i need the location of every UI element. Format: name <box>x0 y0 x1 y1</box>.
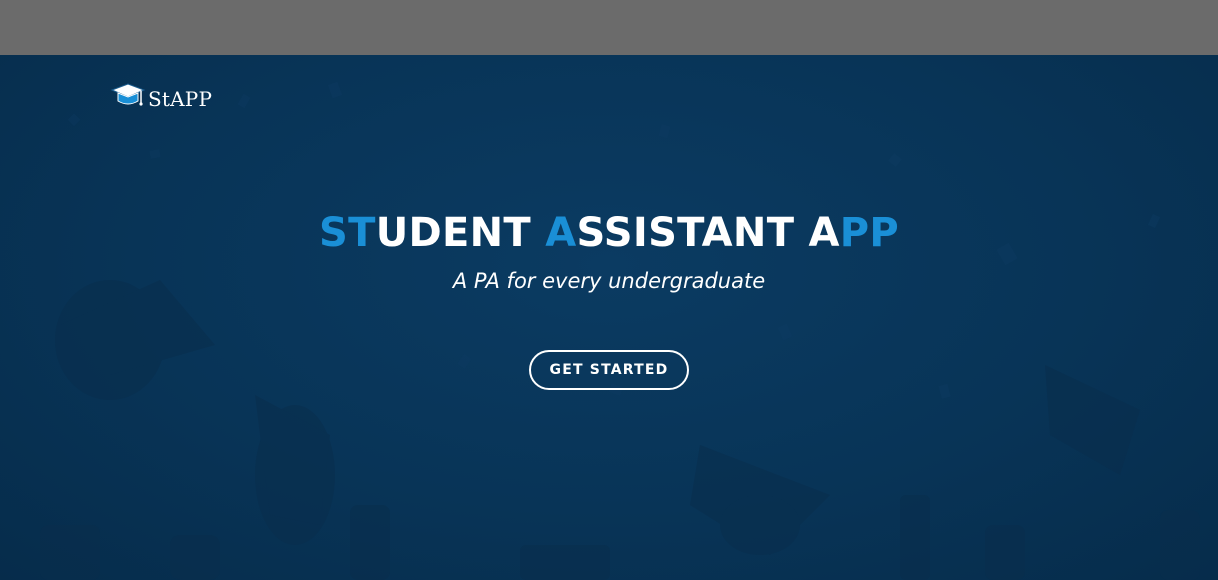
headline-part: PP <box>839 210 899 256</box>
headline-part: ST <box>319 210 376 256</box>
headline-part: SSISTANT A <box>576 210 840 256</box>
hero-tagline: A PA for every undergraduate <box>452 269 766 293</box>
hero-section: StAPP STUDENT ASSISTANT APP A PA for eve… <box>0 55 1218 580</box>
logo-text: StAPP <box>148 86 213 111</box>
graduation-cap-icon <box>110 81 146 116</box>
hero-headline: STUDENT ASSISTANT APP <box>0 205 1218 261</box>
get-started-button[interactable]: GET STARTED <box>529 350 689 390</box>
browser-top-bar <box>0 0 1218 55</box>
headline-part: A <box>545 210 577 256</box>
logo[interactable]: StAPP <box>110 81 212 116</box>
headline-part: UDENT <box>375 210 546 256</box>
hero-content: STUDENT ASSISTANT APP A PA for every und… <box>0 205 1218 390</box>
